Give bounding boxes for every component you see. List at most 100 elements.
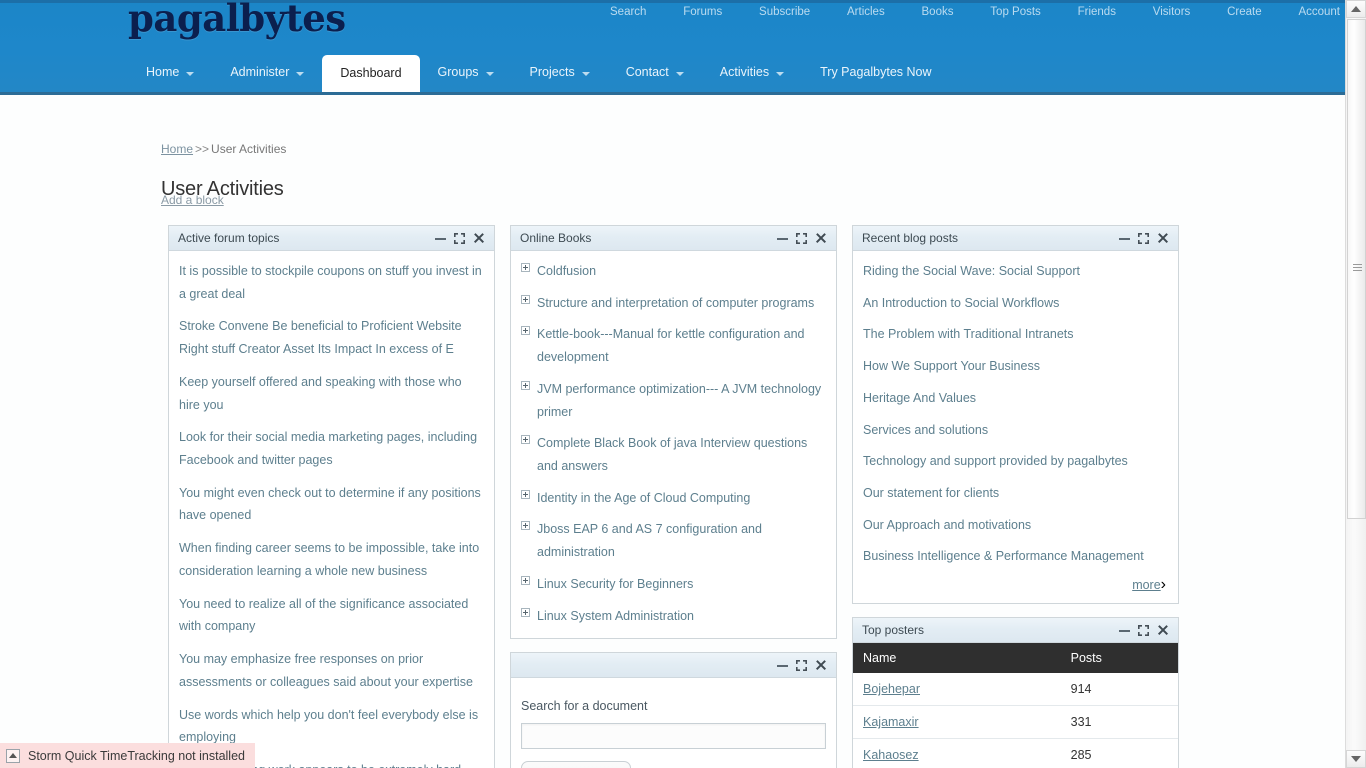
book-link[interactable]: Coldfusion: [537, 264, 596, 278]
forum-topic-link[interactable]: You might even check out to determine if…: [179, 486, 481, 523]
nav-item-label: Activities: [719, 65, 770, 79]
blog-posts-more-link[interactable]: more: [1132, 578, 1160, 592]
utility-nav-create[interactable]: Create: [1227, 6, 1262, 18]
close-icon[interactable]: [814, 232, 827, 245]
blog-post-link[interactable]: Technology and support provided by pagal…: [863, 454, 1128, 468]
book-link[interactable]: Complete Black Book of java Interview qu…: [537, 436, 807, 473]
poster-link[interactable]: Kahaosez: [863, 748, 919, 762]
expand-plus-icon[interactable]: [521, 326, 530, 336]
expand-plus-icon[interactable]: [521, 575, 530, 585]
cell-posts: 331: [1057, 705, 1178, 740]
maximize-icon[interactable]: [795, 232, 808, 245]
utility-nav-friends[interactable]: Friends: [1078, 6, 1116, 18]
scroll-down-button[interactable]: [1346, 750, 1366, 768]
nav-item-administer[interactable]: Administer: [212, 53, 322, 92]
forum-topic-link[interactable]: It is possible to stockpile coupons on s…: [179, 264, 482, 301]
browser-viewport: pagalbytes Search Forums Subscribe Artic…: [0, 0, 1366, 768]
site-logo[interactable]: pagalbytes: [128, 0, 346, 40]
close-icon[interactable]: [1156, 624, 1169, 637]
expand-plus-icon[interactable]: [521, 607, 530, 617]
list-item: Look for their social media marketing pa…: [179, 426, 484, 471]
nav-item-home[interactable]: Home: [128, 53, 212, 92]
chevron-down-icon: [581, 71, 590, 76]
book-link[interactable]: Linux System Administration: [537, 609, 694, 623]
chevron-down-icon: [186, 71, 195, 76]
list-item: Kettle-book---Manual for kettle configur…: [521, 323, 826, 368]
utility-nav-articles[interactable]: Articles: [847, 6, 885, 18]
minimize-icon[interactable]: [1118, 624, 1131, 637]
blog-post-link[interactable]: How We Support Your Business: [863, 359, 1040, 373]
forum-topic-link[interactable]: You need to realize all of the significa…: [179, 597, 468, 634]
scrollbar-grip-icon: [1353, 264, 1362, 274]
expand-plus-icon[interactable]: [521, 435, 530, 445]
minimize-icon[interactable]: [776, 232, 789, 245]
vertical-scrollbar[interactable]: [1345, 0, 1366, 768]
utility-nav-search[interactable]: Search: [610, 6, 646, 18]
scrollbar-thumb[interactable]: [1347, 19, 1366, 519]
poster-link[interactable]: Bojehepar: [863, 682, 920, 696]
minimize-icon[interactable]: [434, 232, 447, 245]
expand-plus-icon[interactable]: [521, 263, 530, 272]
breadcrumb-home-link[interactable]: Home: [161, 142, 193, 156]
blog-post-link[interactable]: The Problem with Traditional Intranets: [863, 327, 1074, 341]
close-icon[interactable]: [814, 659, 827, 672]
expand-plus-icon[interactable]: [521, 294, 530, 304]
maximize-icon[interactable]: [1137, 232, 1150, 245]
utility-nav-books[interactable]: Books: [922, 6, 954, 18]
minimize-icon[interactable]: [1118, 232, 1131, 245]
utility-nav-visitors[interactable]: Visitors: [1153, 6, 1191, 18]
block-header: Active forum topics: [169, 226, 494, 251]
book-link[interactable]: Linux Security for Beginners: [537, 577, 693, 591]
nav-item-projects[interactable]: Projects: [512, 53, 608, 92]
scroll-up-button[interactable]: [1346, 0, 1366, 18]
add-a-block-link[interactable]: Add a block: [161, 193, 224, 207]
forum-topic-link[interactable]: Use words which help you don't feel ever…: [179, 708, 478, 745]
blog-post-link[interactable]: Riding the Social Wave: Social Support: [863, 264, 1080, 278]
minimize-icon[interactable]: [776, 659, 789, 672]
blog-post-link[interactable]: Heritage And Values: [863, 391, 976, 405]
nav-item-try-pagalbytes-now[interactable]: Try Pagalbytes Now: [802, 53, 949, 92]
expand-plus-icon[interactable]: [521, 489, 530, 499]
cell-posts: 914: [1057, 673, 1178, 707]
blog-post-link[interactable]: Services and solutions: [863, 423, 988, 437]
forum-topic-link[interactable]: Stroke Convene Be beneficial to Proficie…: [179, 319, 462, 356]
forum-topic-link[interactable]: You may emphasize free responses on prio…: [179, 652, 473, 689]
book-link[interactable]: JVM performance optimization--- A JVM te…: [537, 382, 821, 419]
dashboard-column-middle: Online Books Coldfusion Structure and in…: [510, 225, 837, 768]
book-link[interactable]: Identity in the Age of Cloud Computing: [537, 491, 750, 505]
nav-item-activities[interactable]: Activities: [702, 53, 802, 92]
chevron-up-icon[interactable]: [6, 748, 20, 763]
nav-item-contact[interactable]: Contact: [608, 53, 702, 92]
blog-post-link[interactable]: Our statement for clients: [863, 486, 999, 500]
expand-plus-icon[interactable]: [521, 521, 530, 531]
poster-link[interactable]: Kajamaxir: [863, 715, 919, 729]
maximize-icon[interactable]: [1137, 624, 1150, 637]
utility-nav-forums[interactable]: Forums: [683, 6, 722, 18]
cell-posts: 285: [1057, 738, 1178, 768]
expand-plus-icon[interactable]: [521, 380, 530, 390]
close-icon[interactable]: [1156, 232, 1169, 245]
utility-nav-subscribe[interactable]: Subscribe: [759, 6, 810, 18]
utility-nav-account[interactable]: Account: [1298, 6, 1340, 18]
list-item: An Introduction to Social Workflows: [863, 292, 1168, 315]
list-item: Our statement for clients: [863, 482, 1168, 505]
blog-post-link[interactable]: An Introduction to Social Workflows: [863, 296, 1059, 310]
list-item: You need to realize all of the significa…: [179, 593, 484, 638]
status-notice[interactable]: Storm Quick TimeTracking not installed: [0, 743, 255, 768]
close-icon[interactable]: [472, 232, 485, 245]
nav-item-dashboard[interactable]: Dashboard: [322, 55, 420, 92]
table-head: Name Posts: [853, 643, 1178, 674]
maximize-icon[interactable]: [453, 232, 466, 245]
forum-topic-link[interactable]: Keep yourself offered and speaking with …: [179, 375, 462, 412]
document-search-input[interactable]: [521, 723, 826, 750]
book-link[interactable]: Kettle-book---Manual for kettle configur…: [537, 327, 805, 364]
book-link[interactable]: Structure and interpretation of computer…: [537, 296, 814, 310]
forum-topic-link[interactable]: Look for their social media marketing pa…: [179, 430, 477, 467]
forum-topic-link[interactable]: When finding career seems to be impossib…: [179, 541, 479, 578]
blog-post-link[interactable]: Business Intelligence & Performance Mana…: [863, 549, 1144, 563]
maximize-icon[interactable]: [795, 659, 808, 672]
utility-nav-top-posts[interactable]: Top Posts: [990, 6, 1041, 18]
book-link[interactable]: Jboss EAP 6 and AS 7 configuration and a…: [537, 522, 762, 559]
nav-item-groups[interactable]: Groups: [420, 53, 512, 92]
blog-post-link[interactable]: Our Approach and motivations: [863, 518, 1031, 532]
